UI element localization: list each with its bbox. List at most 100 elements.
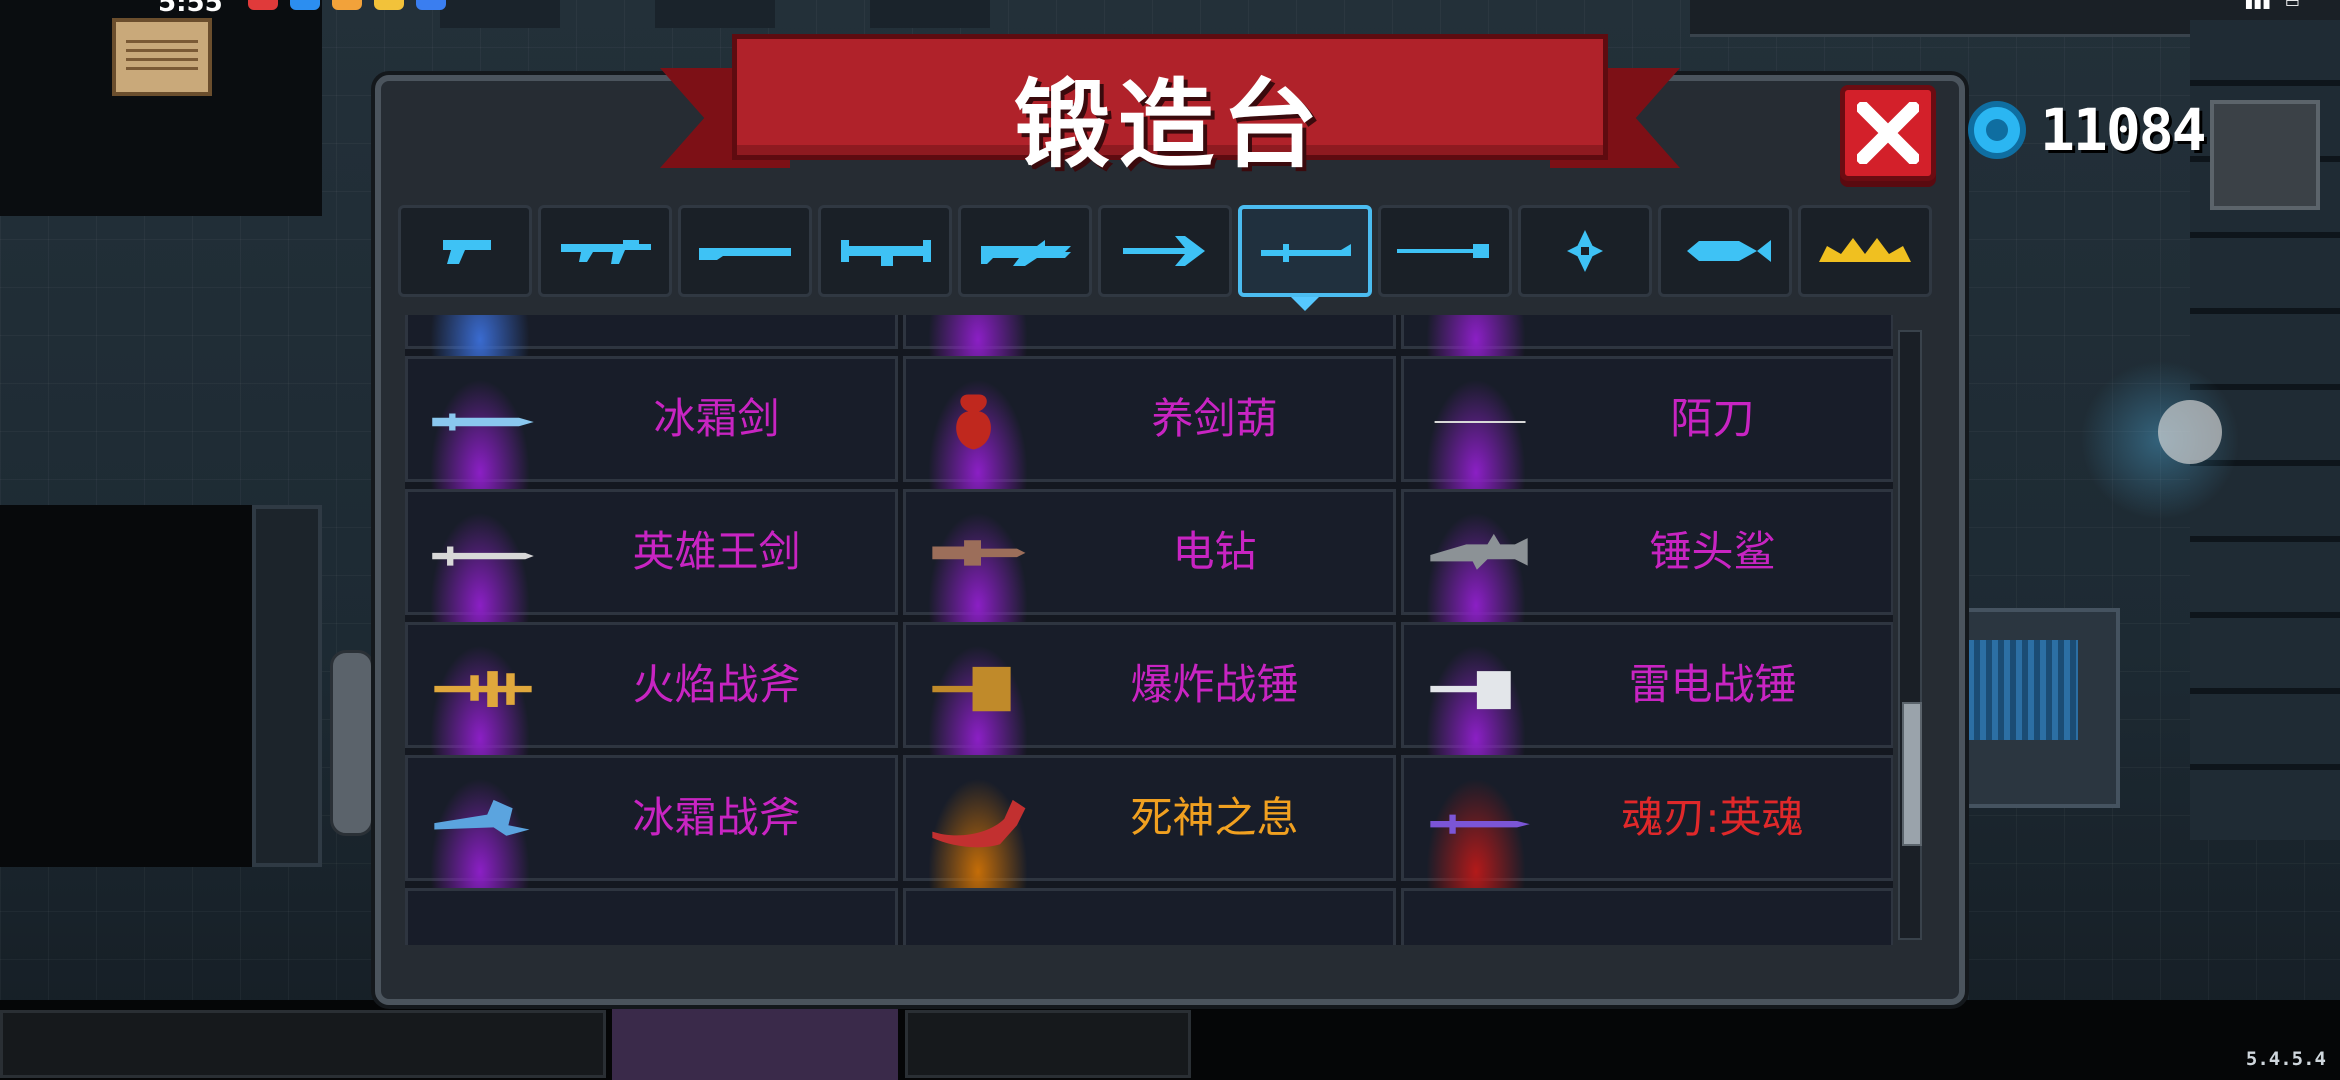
tab-bow[interactable] — [1098, 205, 1232, 297]
app-notification-icon — [332, 0, 362, 10]
close-button[interactable] — [1840, 85, 1936, 181]
weapon-item[interactable]: 死神之息 — [903, 755, 1396, 888]
gas-cylinder — [330, 650, 374, 836]
melee-icon — [1261, 244, 1351, 262]
weapon-item[interactable]: 锤头鲨 — [1401, 489, 1893, 622]
weapon-item[interactable] — [1401, 888, 1893, 945]
thunder-hammer-icon — [1430, 671, 1511, 710]
hero-sword-icon — [432, 546, 534, 566]
weapon-name: 死神之息 — [1130, 793, 1299, 842]
weapon-name: 火焰战斧 — [632, 660, 801, 709]
scalpel-icon — [926, 315, 1036, 324]
weapon-item[interactable]: 英雄王剑 — [405, 489, 898, 622]
hammerhead-icon — [1430, 533, 1528, 570]
weapon-name: 冰霜剑 — [653, 394, 780, 443]
crown-icon — [1819, 238, 1911, 262]
tab-shotgun[interactable] — [678, 205, 812, 297]
weapon-name: 冰霜战斧 — [632, 793, 801, 842]
banner-body: 锻造台 — [732, 34, 1608, 181]
weapon-list[interactable]: 激光枪 柳叶刀 火焰剑冰霜剑 养剑葫 陌刀英雄王剑 电钻 锤头鲨火焰战斧 爆炸战锤 雷电战锤冰霜… — [405, 315, 1893, 945]
fire-axe-icon — [434, 671, 532, 708]
signal-icon: ▮▮▮ — [2244, 0, 2271, 11]
weapon-name — [548, 891, 885, 945]
weapon-name: 养剑葫 — [1151, 394, 1278, 443]
weapon-grid: 激光枪 柳叶刀 火焰剑冰霜剑 养剑葫 陌刀英雄王剑 电钻 锤头鲨火焰战斧 爆炸战锤 雷电战锤冰霜… — [405, 315, 1893, 945]
weapon-item[interactable]: 冰霜剑 — [405, 356, 898, 489]
weapon-name — [1046, 891, 1383, 945]
weapon-item[interactable] — [903, 888, 1396, 945]
weapon-item[interactable]: 激光枪 — [405, 315, 898, 356]
tab-pistol[interactable] — [398, 205, 532, 297]
pistol-icon — [443, 240, 491, 264]
drill-icon — [932, 540, 1026, 566]
status-bar: 5:55 ▮▮▮ ▭ — [0, 0, 2340, 18]
computer-screen — [1968, 640, 2078, 740]
bow-icon — [1123, 236, 1205, 266]
floor-slab — [0, 1010, 606, 1078]
joystick-knob[interactable] — [2158, 400, 2222, 464]
fire-sword-icon — [1424, 315, 1534, 324]
gem-amount: 11084 — [2040, 96, 2207, 164]
notification-icons — [248, 0, 446, 10]
weapon-item[interactable]: 火焰剑 — [1401, 315, 1893, 356]
weapon-name: 陌刀 — [1670, 394, 1755, 443]
weapon-name: 火焰剑 — [1544, 315, 1881, 346]
tab-laser-gun[interactable] — [958, 205, 1092, 297]
status-time: 5:55 — [158, 0, 223, 18]
floor-slab — [905, 1010, 1191, 1078]
weapon-item[interactable]: 魂刃:英魂 — [1401, 755, 1893, 888]
shotgun-icon — [699, 248, 791, 260]
gourd-icon — [956, 394, 991, 450]
weapon-list-scrollbar[interactable] — [1898, 330, 1922, 940]
weapon-item[interactable]: 雷电战锤 — [1401, 622, 1893, 755]
rarity-glow — [430, 911, 530, 945]
tab-other[interactable] — [1658, 205, 1792, 297]
death-breath-icon — [932, 799, 1026, 848]
weapon-name: 英雄王剑 — [632, 527, 801, 576]
tab-rifle[interactable] — [538, 205, 672, 297]
metal-crate — [2210, 100, 2320, 210]
explosive-hammer-icon — [932, 666, 1011, 712]
weapon-name: 激光枪 — [548, 315, 885, 346]
notice-board — [112, 18, 212, 96]
weapon-item[interactable]: 冰霜战斧 — [405, 755, 898, 888]
weapon-item[interactable]: 火焰战斧 — [405, 622, 898, 755]
tab-crown[interactable] — [1798, 205, 1932, 297]
battery-icon: ▭ — [2284, 0, 2300, 11]
weapon-item[interactable]: 养剑葫 — [903, 356, 1396, 489]
gem-counter: 11084 — [1968, 96, 2207, 164]
tab-staff[interactable] — [1378, 205, 1512, 297]
weapon-item[interactable]: 爆炸战锤 — [903, 622, 1396, 755]
launcher-icon — [841, 240, 931, 266]
weapon-name: 电钻 — [1172, 527, 1257, 576]
close-icon — [1857, 102, 1919, 164]
cabinet — [252, 505, 322, 867]
shuriken-icon — [1567, 230, 1603, 272]
system-icons: ▮▮▮ ▭ — [2244, 0, 2300, 11]
laser-gun-icon — [981, 240, 1071, 266]
app-notification-icon — [374, 0, 404, 10]
weapon-item[interactable]: 电钻 — [903, 489, 1396, 622]
tab-launcher[interactable] — [818, 205, 952, 297]
weapon-name: 爆炸战锤 — [1130, 660, 1299, 709]
app-notification-icon — [290, 0, 320, 10]
weapon-name: 魂刃:英魂 — [1621, 793, 1804, 842]
rarity-glow — [928, 911, 1028, 945]
frost-axe-icon — [434, 799, 530, 836]
weapon-name: 锤头鲨 — [1649, 527, 1776, 576]
floor-slab-purple — [612, 1004, 898, 1080]
title-banner: 锻造台 — [660, 24, 1680, 181]
weapon-name: 雷电战锤 — [1628, 660, 1797, 709]
tab-throwing[interactable] — [1518, 205, 1652, 297]
rifle-icon — [561, 240, 651, 264]
app-notification-icon — [416, 0, 446, 10]
tab-melee[interactable] — [1238, 205, 1372, 311]
weapon-item[interactable] — [405, 888, 898, 945]
weapon-item[interactable]: 陌刀 — [1401, 356, 1893, 489]
weapon-item[interactable]: 柳叶刀 — [903, 315, 1396, 356]
modao-icon — [1434, 420, 1526, 424]
scrollbar-thumb[interactable] — [1902, 702, 1922, 846]
weapon-category-tabs — [398, 205, 1943, 311]
weapon-name — [1544, 891, 1881, 945]
gem-icon — [1968, 101, 2026, 159]
